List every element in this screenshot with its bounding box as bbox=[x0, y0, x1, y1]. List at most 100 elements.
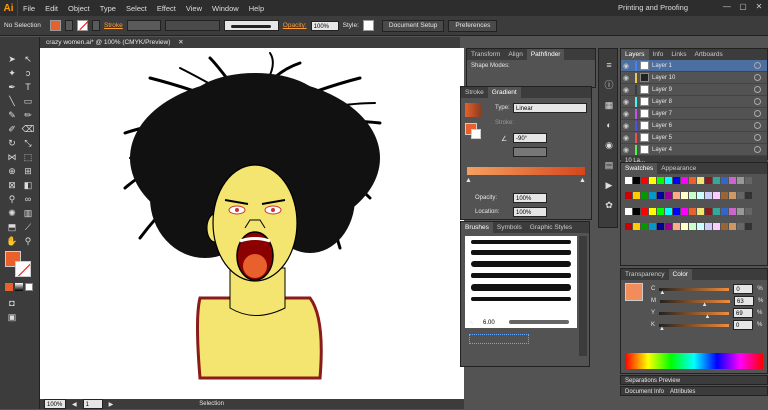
opacity-link[interactable]: Opacity: bbox=[283, 22, 307, 29]
swatch-chip[interactable] bbox=[673, 207, 680, 215]
screen-mode-icon[interactable]: ▣ bbox=[5, 311, 19, 323]
pen-tool-icon[interactable]: ✒ bbox=[5, 81, 19, 93]
swatch-chip[interactable] bbox=[713, 177, 720, 184]
swatch-chip[interactable] bbox=[673, 222, 680, 230]
swatch-chip[interactable] bbox=[625, 222, 632, 230]
swatch-chip[interactable] bbox=[729, 192, 736, 200]
swatch-chip[interactable] bbox=[705, 207, 712, 215]
tab-gradient[interactable]: Gradient bbox=[487, 87, 521, 98]
swatch-chip[interactable] bbox=[721, 207, 728, 215]
swatch-chip[interactable] bbox=[713, 222, 720, 230]
align-panel-icon[interactable]: ▤ bbox=[602, 159, 616, 171]
swatch-chip[interactable] bbox=[729, 222, 736, 230]
pencil-tool-icon[interactable]: ✏ bbox=[21, 109, 35, 121]
visibility-eye-icon[interactable]: ◉ bbox=[621, 98, 631, 106]
visibility-eye-icon[interactable]: ◉ bbox=[621, 146, 631, 154]
swatch-chip[interactable] bbox=[681, 207, 688, 215]
gradient-location-field[interactable]: 100% bbox=[513, 207, 547, 217]
gradient-stroke-box[interactable] bbox=[471, 129, 481, 139]
fill-dropdown[interactable] bbox=[65, 20, 73, 31]
fill-swatch[interactable] bbox=[50, 20, 61, 31]
swatch-chip[interactable] bbox=[641, 192, 648, 200]
swatch-chip[interactable] bbox=[665, 177, 672, 184]
tab-appearance[interactable]: Appearance bbox=[657, 163, 700, 174]
swatch-chip[interactable] bbox=[673, 177, 680, 184]
tab-links[interactable]: Links bbox=[667, 49, 690, 60]
shape-builder-tool-icon[interactable]: ⊕ bbox=[5, 165, 19, 177]
info-panel-icon[interactable]: ⓘ bbox=[602, 79, 616, 91]
color-mode-icon[interactable] bbox=[5, 283, 13, 291]
slider-thumb-icon[interactable]: ▲ bbox=[659, 326, 665, 332]
layer-row[interactable]: ◉ Layer 6 bbox=[621, 120, 767, 132]
swatch-chip[interactable] bbox=[721, 177, 728, 184]
tab-color[interactable]: Color bbox=[668, 269, 693, 280]
layer-row[interactable]: ◉ Layer 1 bbox=[621, 60, 767, 72]
layer-row[interactable]: ◉ Layer 8 bbox=[621, 96, 767, 108]
tab-transform[interactable]: Transform bbox=[467, 49, 504, 60]
swatch-chip[interactable] bbox=[737, 207, 744, 215]
opacity-field[interactable]: 100% bbox=[310, 20, 339, 31]
layer-row[interactable]: ◉ Layer 4 bbox=[621, 144, 767, 156]
swatch-chip[interactable] bbox=[665, 192, 672, 200]
blend-tool-icon[interactable]: ∞ bbox=[21, 193, 35, 205]
swatch-chip[interactable] bbox=[625, 177, 632, 184]
channel-value-field[interactable]: 69 bbox=[733, 308, 754, 318]
swatch-chip[interactable] bbox=[657, 192, 664, 200]
selected-brush[interactable] bbox=[469, 334, 529, 344]
swatch-chip[interactable] bbox=[689, 222, 696, 230]
swatch-chip[interactable] bbox=[721, 192, 728, 200]
width-tool-icon[interactable]: ⋈ bbox=[5, 151, 19, 163]
tab-transparency[interactable]: Transparency bbox=[621, 269, 669, 280]
gradient-mode-icon[interactable] bbox=[15, 283, 23, 291]
tab-graphic-styles[interactable]: Graphic Styles bbox=[526, 222, 576, 233]
swatch-chip[interactable] bbox=[641, 177, 648, 184]
layer-row[interactable]: ◉ Layer 10 bbox=[621, 72, 767, 84]
tab-document-info[interactable]: Document Info bbox=[625, 387, 664, 395]
swatch-chip[interactable] bbox=[713, 192, 720, 200]
gradient-opacity-field[interactable]: 100% bbox=[513, 193, 547, 203]
prev-artboard-icon[interactable]: ◀ bbox=[72, 401, 77, 408]
swatch-chip[interactable] bbox=[705, 192, 712, 200]
color-panel-icon[interactable]: ◉ bbox=[602, 139, 616, 151]
free-transform-tool-icon[interactable]: ⬚ bbox=[21, 151, 35, 163]
menu-help[interactable]: Help bbox=[244, 4, 269, 13]
tab-symbols[interactable]: Symbols bbox=[493, 222, 526, 233]
swatch-chip[interactable] bbox=[649, 207, 656, 215]
paintbrush-tool-icon[interactable]: ✎ bbox=[5, 109, 19, 121]
type-tool-icon[interactable]: T bbox=[21, 81, 35, 93]
layer-row[interactable]: ◉ Layer 7 bbox=[621, 108, 767, 120]
swatch-chip[interactable] bbox=[745, 207, 752, 215]
tab-brushes[interactable]: Brushes bbox=[461, 222, 493, 233]
swatch-chip[interactable] bbox=[681, 177, 688, 184]
visibility-eye-icon[interactable]: ◉ bbox=[621, 62, 631, 70]
line-tool-icon[interactable]: ╲ bbox=[5, 95, 19, 107]
slice-tool-icon[interactable]: ⟋ bbox=[21, 221, 35, 233]
close-window-button[interactable]: ✕ bbox=[752, 2, 766, 14]
visibility-eye-icon[interactable]: ◉ bbox=[621, 74, 631, 82]
swatch-chip[interactable] bbox=[681, 192, 688, 200]
swatch-chip[interactable] bbox=[729, 207, 736, 215]
angle-field[interactable]: -90° bbox=[513, 133, 547, 143]
swatch-chip[interactable] bbox=[697, 222, 704, 230]
channel-value-field[interactable]: 63 bbox=[734, 296, 754, 306]
layers-panel-icon[interactable]: ≡ bbox=[602, 59, 616, 71]
swatch-chip[interactable] bbox=[649, 222, 656, 230]
artboard-tool-icon[interactable]: ⬒ bbox=[5, 221, 19, 233]
scale-tool-icon[interactable]: ⤡ bbox=[21, 137, 35, 149]
swatch-chip[interactable] bbox=[665, 222, 672, 230]
workspace-switcher[interactable]: Printing and Proofing bbox=[618, 3, 688, 12]
tab-stroke[interactable]: Stroke bbox=[461, 87, 488, 98]
style-swatch[interactable] bbox=[362, 20, 374, 31]
tab-info[interactable]: Info bbox=[649, 49, 668, 60]
stroke-link[interactable]: Stroke bbox=[104, 22, 123, 29]
gradient-slider[interactable] bbox=[467, 167, 585, 175]
swatch-chip[interactable] bbox=[737, 222, 744, 230]
swatch-chip[interactable] bbox=[633, 222, 640, 230]
menu-file[interactable]: File bbox=[18, 4, 40, 13]
minimize-button[interactable]: — bbox=[720, 2, 734, 14]
channel-value-field[interactable]: 0 bbox=[733, 284, 754, 294]
swatch-chip[interactable] bbox=[625, 192, 632, 200]
appearance-panel-icon[interactable]: ◐ bbox=[602, 119, 616, 131]
gradient-stop-right-icon[interactable]: ▲ bbox=[579, 177, 586, 184]
actions-panel-icon[interactable]: ▶ bbox=[602, 179, 616, 191]
